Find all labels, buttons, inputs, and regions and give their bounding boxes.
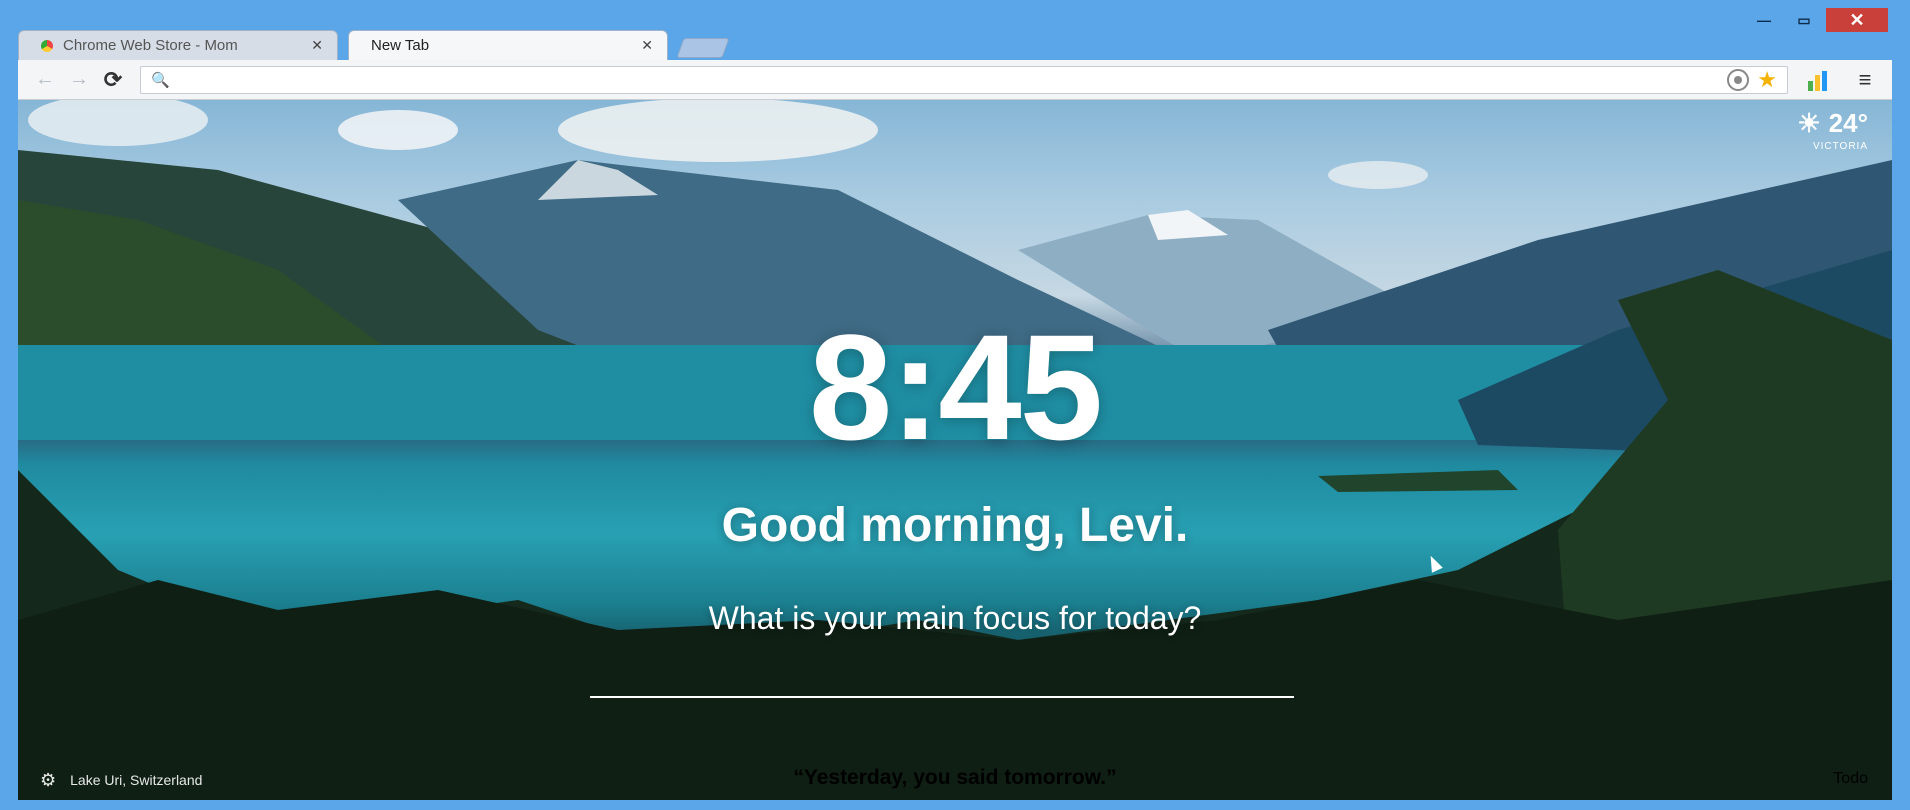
new-tab-page: ☀ 24° VICTORIA 8:45 Good morning, Levi. … — [18, 100, 1892, 800]
browser-window: — ▭ ✕ Chrome Web Store - Mom ✕ New Tab ✕… — [0, 0, 1910, 810]
page-view-icon[interactable] — [1727, 68, 1750, 91]
tab-close-icon[interactable]: ✕ — [311, 37, 323, 54]
maximize-button[interactable]: ▭ — [1786, 8, 1822, 32]
new-tab-button[interactable] — [676, 38, 730, 58]
bookmark-star-icon[interactable]: ★ — [1757, 67, 1777, 93]
chrome-favicon-icon — [41, 39, 53, 52]
browser-toolbar: ← → ⟳ 🔍 ★ ≡ — [18, 60, 1892, 100]
search-icon: 🔍 — [151, 71, 170, 89]
weather-location: VICTORIA — [1812, 141, 1868, 152]
weather-widget[interactable]: ☀ 24° VICTORIA — [1797, 108, 1868, 152]
tab-chrome-web-store[interactable]: Chrome Web Store - Mom ✕ — [18, 30, 338, 60]
todo-button[interactable]: Todo — [1833, 770, 1868, 788]
sun-icon: ☀ — [1797, 108, 1821, 138]
temperature: 24° — [1828, 108, 1868, 138]
tab-title: Chrome Web Store - Mom — [63, 37, 238, 54]
omnibox-actions: ★ — [1727, 67, 1777, 93]
reload-button[interactable]: ⟳ — [96, 65, 130, 95]
daily-quote: “Yesterday, you said tomorrow.” — [793, 766, 1117, 789]
tab-new-tab[interactable]: New Tab ✕ — [348, 30, 668, 60]
focus-question: What is your main focus for today? — [708, 600, 1202, 636]
forward-button[interactable]: → — [62, 65, 96, 95]
focus-input[interactable] — [590, 660, 1294, 698]
address-input[interactable] — [175, 70, 1728, 89]
minimize-button[interactable]: — — [1746, 8, 1782, 32]
tab-title: New Tab — [371, 37, 430, 54]
window-controls: — ▭ ✕ — [1746, 8, 1888, 32]
omnibox[interactable]: 🔍 ★ — [140, 65, 1788, 94]
back-button[interactable]: ← — [28, 65, 62, 95]
tab-close-icon[interactable]: ✕ — [641, 37, 653, 54]
extension-icon[interactable] — [1808, 69, 1838, 91]
clock: 8:45 — [808, 303, 1103, 471]
close-window-button[interactable]: ✕ — [1826, 8, 1888, 32]
chrome-menu-icon[interactable]: ≡ — [1848, 67, 1882, 93]
greeting: Good morning, Levi. — [721, 499, 1189, 552]
tab-strip: Chrome Web Store - Mom ✕ New Tab ✕ — [18, 30, 1118, 60]
